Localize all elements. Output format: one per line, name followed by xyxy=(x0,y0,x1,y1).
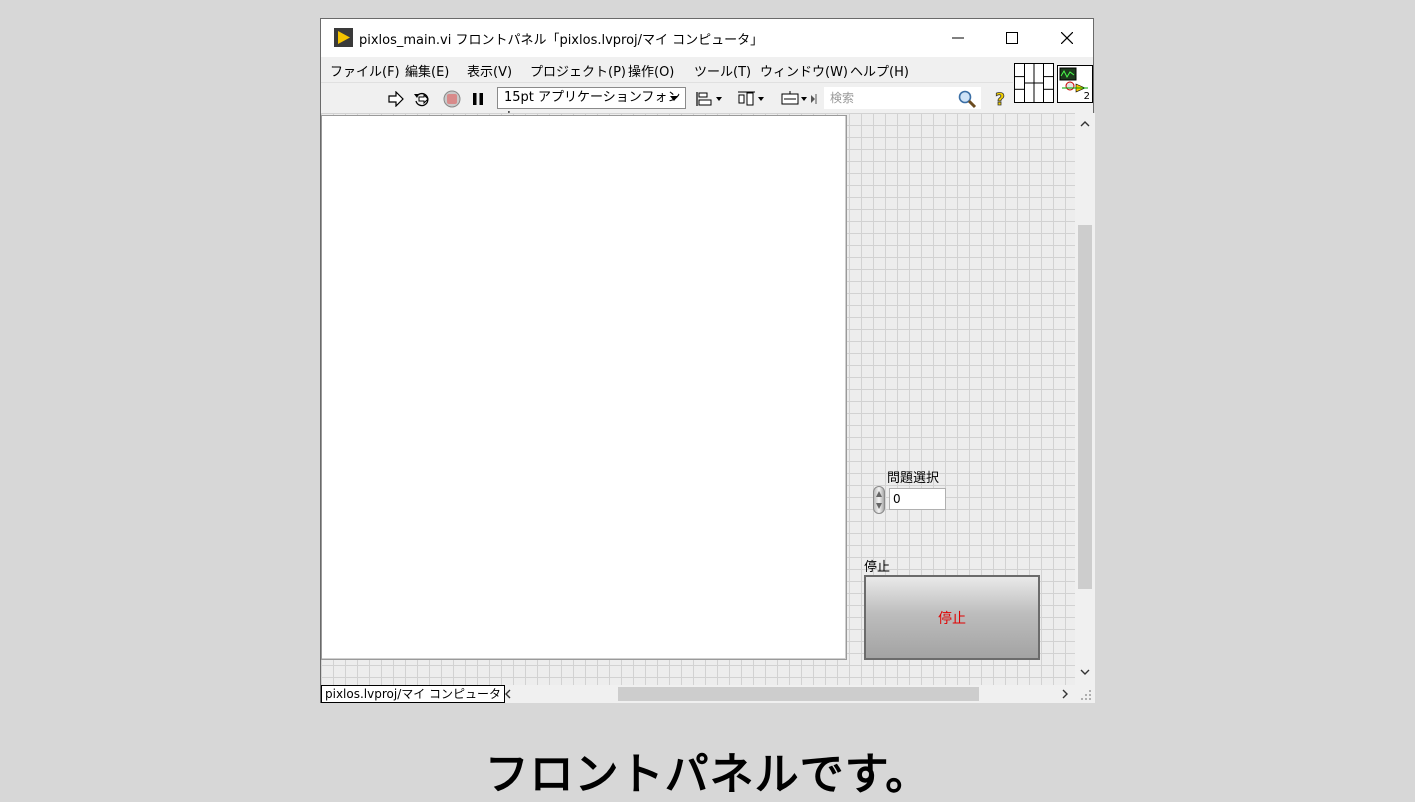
menu-view[interactable]: 表示(V) xyxy=(467,61,512,80)
problem-select-input[interactable]: 0 xyxy=(889,488,946,510)
scroll-down-icon[interactable] xyxy=(1075,665,1095,679)
toolbar: 15pt アプリケーションフォント xyxy=(321,82,1013,125)
run-button[interactable] xyxy=(387,89,405,109)
svg-text:?: ? xyxy=(995,90,1005,109)
updown-arrows-icon xyxy=(876,491,882,509)
help-icon: ? xyxy=(995,90,1006,109)
menu-file[interactable]: ファイル(F) xyxy=(330,61,400,80)
resize-objects-button[interactable] xyxy=(780,89,820,109)
minimize-button[interactable] xyxy=(935,19,981,57)
stop-label: 停止 xyxy=(864,560,891,575)
menu-operate[interactable]: 操作(O) xyxy=(628,61,674,80)
scroll-up-icon[interactable] xyxy=(1075,117,1095,131)
menu-project[interactable]: プロジェクト(P) xyxy=(530,61,626,80)
minimize-icon xyxy=(952,37,964,39)
close-button[interactable] xyxy=(1044,19,1090,57)
slide-caption: フロントパネルです。 xyxy=(484,749,931,800)
abort-icon xyxy=(443,90,461,108)
window-title: pixlos_main.vi フロントパネル「pixlos.lvproj/マイ … xyxy=(359,33,764,48)
close-icon xyxy=(1061,32,1073,44)
run-continuously-icon xyxy=(414,92,429,107)
connector-pane[interactable] xyxy=(1014,63,1054,103)
menu-bar: ファイル(F) 編集(E) 表示(V) プロジェクト(P) 操作(O) ツール(… xyxy=(321,57,1013,82)
vertical-scrollbar[interactable] xyxy=(1075,113,1095,685)
labview-app-icon xyxy=(334,28,353,47)
menu-edit[interactable]: 編集(E) xyxy=(405,61,449,80)
picture-display[interactable] xyxy=(321,115,847,660)
resize-grip-icon[interactable] xyxy=(1079,688,1093,702)
maximize-icon xyxy=(1006,32,1018,44)
connector-pane-grid-icon xyxy=(1015,64,1053,102)
run-continuously-button[interactable] xyxy=(412,89,432,109)
abort-button[interactable] xyxy=(442,89,462,109)
stop-button[interactable]: 停止 xyxy=(864,575,1040,660)
menu-tools[interactable]: ツール(T) xyxy=(694,61,751,80)
horizontal-scroll-thumb[interactable] xyxy=(618,687,979,701)
labview-window: pixlos_main.vi フロントパネル「pixlos.lvproj/マイ … xyxy=(320,18,1095,703)
pause-icon xyxy=(473,93,483,105)
status-bar: pixlos.lvproj/マイ コンピュータ xyxy=(321,685,1095,703)
distribute-objects-button[interactable] xyxy=(737,89,767,109)
maximize-button[interactable] xyxy=(989,19,1035,57)
search-icon xyxy=(958,90,977,109)
title-bar[interactable]: pixlos_main.vi フロントパネル「pixlos.lvproj/マイ … xyxy=(321,19,1093,57)
chevron-down-icon xyxy=(670,96,678,101)
align-objects-button[interactable] xyxy=(695,89,725,109)
pause-button[interactable] xyxy=(470,89,486,109)
align-objects-icon xyxy=(696,92,722,106)
vertical-scroll-thumb[interactable] xyxy=(1078,225,1092,589)
scroll-left-icon[interactable] xyxy=(501,685,515,703)
menu-window[interactable]: ウィンドウ(W) xyxy=(760,61,848,80)
vi-icon[interactable]: 2 xyxy=(1057,65,1093,103)
menu-help[interactable]: ヘルプ(H) xyxy=(850,61,909,80)
help-button[interactable]: ? xyxy=(991,89,1009,109)
problem-select-label: 問題選択 xyxy=(887,471,940,486)
resize-objects-icon xyxy=(781,91,817,105)
connector-terminal-number: 2 xyxy=(1083,91,1090,102)
font-select[interactable]: 15pt アプリケーションフォント xyxy=(497,87,686,125)
distribute-objects-icon xyxy=(738,91,764,106)
application-instance-label[interactable]: pixlos.lvproj/マイ コンピュータ xyxy=(321,685,506,703)
run-arrow-icon xyxy=(388,91,404,107)
scroll-right-icon[interactable] xyxy=(1058,685,1072,703)
front-panel[interactable]: 問題選択 0 停止 停止 xyxy=(321,113,1075,685)
increment-decrement-arrows[interactable] xyxy=(873,486,885,514)
search-button[interactable] xyxy=(956,89,978,109)
